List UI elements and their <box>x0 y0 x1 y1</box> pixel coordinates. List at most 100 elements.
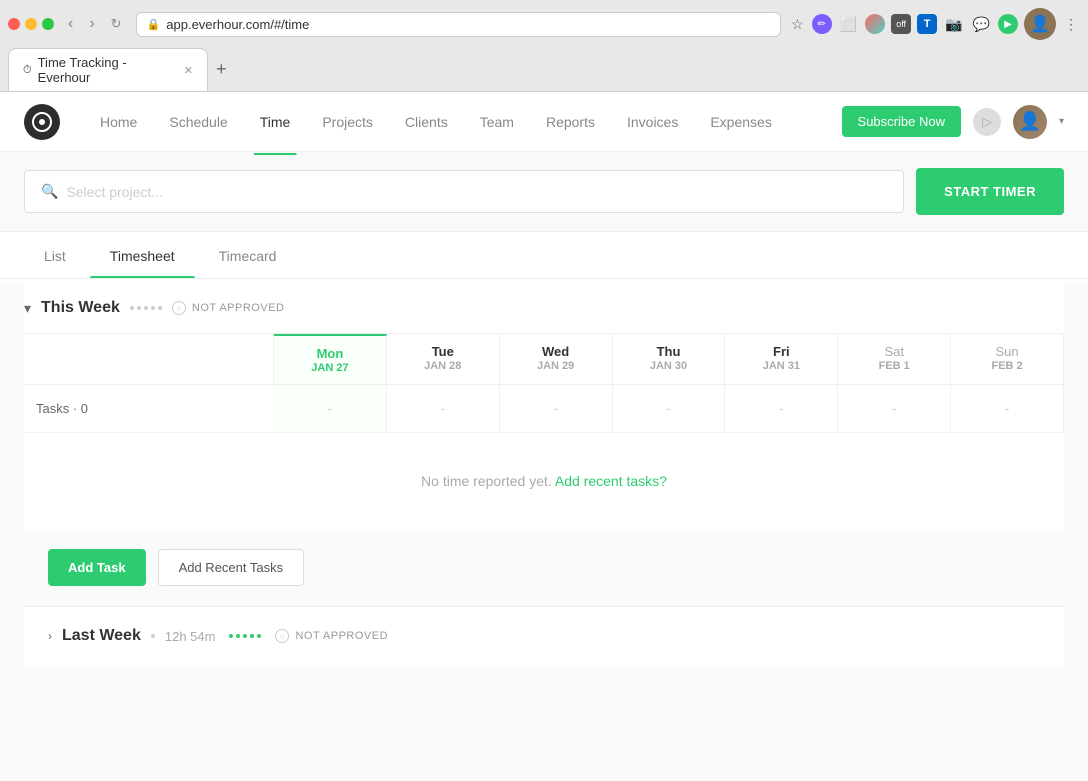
tab-title: Time Tracking - Everhour <box>38 55 172 85</box>
app-container: Home Schedule Time Projects Clients Team… <box>0 92 1088 781</box>
lock-icon: 🔒 <box>147 18 161 31</box>
lw-dot-5 <box>257 634 261 638</box>
user-profile-pic[interactable]: 👤 <box>1024 8 1056 40</box>
reload-button[interactable]: ↻ <box>105 14 128 34</box>
tue-value: - <box>441 401 445 416</box>
nav-item-team[interactable]: Team <box>464 108 530 136</box>
lw-dot-2 <box>236 634 240 638</box>
ext-msg[interactable]: 💬 <box>971 14 992 35</box>
active-browser-tab[interactable]: ⏱ Time Tracking - Everhour ✕ <box>8 48 208 91</box>
url-bar[interactable]: 🔒 app.everhour.com/#/time <box>136 12 782 37</box>
add-recent-tasks-button[interactable]: Add Recent Tasks <box>158 549 305 586</box>
separator-dot <box>151 634 155 638</box>
this-week-options-button[interactable] <box>130 306 162 310</box>
day-date-tue: JAN 28 <box>395 360 491 372</box>
project-select-placeholder: Select project... <box>66 184 163 200</box>
grid-data-mon[interactable]: - <box>274 385 387 433</box>
nav-item-expenses[interactable]: Expenses <box>694 108 787 136</box>
day-date-thu: JAN 30 <box>621 360 717 372</box>
tab-bar: ⏱ Time Tracking - Everhour ✕ + <box>8 48 1080 91</box>
expand-last-week-button[interactable]: › <box>48 629 52 643</box>
day-date-sat: FEB 1 <box>846 360 942 372</box>
day-date-sun: FEB 2 <box>959 360 1055 372</box>
mon-value: - <box>328 401 332 416</box>
grid-data-fri[interactable]: - <box>725 385 838 433</box>
cast-button[interactable]: ⬜ <box>838 14 859 35</box>
ext-off[interactable]: off <box>891 14 911 34</box>
dot-2 <box>137 306 141 310</box>
browser-window-controls <box>8 18 54 30</box>
tab-timesheet[interactable]: Timesheet <box>90 232 195 278</box>
grid-header-tue: Tue JAN 28 <box>387 334 500 385</box>
empty-state-message: No time reported yet. <box>421 473 555 489</box>
nav-item-home[interactable]: Home <box>84 108 153 136</box>
maximize-dot[interactable] <box>42 18 54 30</box>
ext-rainbow[interactable] <box>865 14 885 34</box>
collapse-this-week-button[interactable]: ▾ <box>24 300 31 317</box>
app-logo <box>24 104 60 140</box>
add-recent-tasks-link[interactable]: Add recent tasks? <box>555 473 667 489</box>
extension-btn-1[interactable]: ✏ <box>812 14 832 34</box>
grid-data-thu[interactable]: - <box>613 385 726 433</box>
ext-camera[interactable]: 📷 <box>943 14 964 35</box>
back-button[interactable]: ‹ <box>62 13 79 35</box>
start-timer-button[interactable]: START TIMER <box>916 168 1064 215</box>
nav-item-clients[interactable]: Clients <box>389 108 464 136</box>
day-name-tue: Tue <box>395 344 491 359</box>
browser-chrome: ‹ › ↻ 🔒 app.everhour.com/#/time ☆ ✏ ⬜ of… <box>0 0 1088 92</box>
dot-4 <box>151 306 155 310</box>
day-name-mon: Mon <box>282 346 378 361</box>
last-week-section: › Last Week 12h 54m ○ NOT APPROVED <box>24 606 1064 665</box>
tab-favicon: ⏱ <box>23 64 32 77</box>
search-icon: 🔍 <box>41 183 58 200</box>
star-button[interactable]: ☆ <box>789 14 806 35</box>
nav-item-invoices[interactable]: Invoices <box>611 108 694 136</box>
day-name-thu: Thu <box>621 344 717 359</box>
user-menu-chevron[interactable]: ▾ <box>1059 116 1064 127</box>
nav-item-time[interactable]: Time <box>244 108 307 136</box>
this-week-title: This Week <box>41 299 120 317</box>
grid-corner-cell <box>24 334 274 385</box>
nav-item-projects[interactable]: Projects <box>306 108 389 136</box>
close-dot[interactable] <box>8 18 20 30</box>
tab-list[interactable]: List <box>24 232 86 278</box>
view-tabs: List Timesheet Timecard <box>0 232 1088 279</box>
this-week-section: ▾ This Week ○ NOT APPROVED <box>24 281 1064 529</box>
grid-header-thu: Thu JAN 30 <box>613 334 726 385</box>
add-task-button[interactable]: Add Task <box>48 549 146 586</box>
grid-header-sat: Sat FEB 1 <box>838 334 951 385</box>
nav-item-reports[interactable]: Reports <box>530 108 611 136</box>
last-week-header[interactable]: › Last Week 12h 54m ○ NOT APPROVED <box>48 627 1040 645</box>
ext-t[interactable]: T <box>917 14 937 34</box>
day-date-mon: JAN 27 <box>282 362 378 374</box>
new-tab-button[interactable]: + <box>208 59 235 80</box>
browser-nav-controls: ‹ › ↻ <box>62 13 128 35</box>
minimize-dot[interactable] <box>25 18 37 30</box>
empty-state: No time reported yet. Add recent tasks? <box>24 433 1064 529</box>
grid-data-wed[interactable]: - <box>500 385 613 433</box>
last-week-not-approved-icon: ○ <box>275 629 289 643</box>
logo-icon <box>32 112 52 132</box>
last-week-options-button[interactable] <box>229 634 261 638</box>
subscribe-button[interactable]: Subscribe Now <box>842 106 961 137</box>
notifications-button[interactable]: ▷ <box>973 108 1001 136</box>
grid-data-sun[interactable]: - <box>951 385 1064 433</box>
grid-header-fri: Fri JAN 31 <box>725 334 838 385</box>
dot-1 <box>130 306 134 310</box>
tab-close-button[interactable]: ✕ <box>184 64 193 77</box>
menu-button[interactable]: ⋮ <box>1062 14 1080 35</box>
tab-timecard[interactable]: Timecard <box>199 232 297 278</box>
action-buttons-bar: Add Task Add Recent Tasks <box>24 529 1064 606</box>
last-week-status-badge: ○ NOT APPROVED <box>275 629 388 643</box>
user-avatar[interactable]: 👤 <box>1013 105 1047 139</box>
day-name-sun: Sun <box>959 344 1055 359</box>
app-header: Home Schedule Time Projects Clients Team… <box>0 92 1088 152</box>
ext-play[interactable]: ▶ <box>998 14 1018 34</box>
nav-item-schedule[interactable]: Schedule <box>153 108 243 136</box>
forward-button[interactable]: › <box>83 13 100 35</box>
bell-icon: ▷ <box>982 114 992 130</box>
this-week-header: ▾ This Week ○ NOT APPROVED <box>24 281 1064 333</box>
project-select-container[interactable]: 🔍 Select project... <box>24 170 904 213</box>
grid-data-sat[interactable]: - <box>838 385 951 433</box>
grid-data-tue[interactable]: - <box>387 385 500 433</box>
